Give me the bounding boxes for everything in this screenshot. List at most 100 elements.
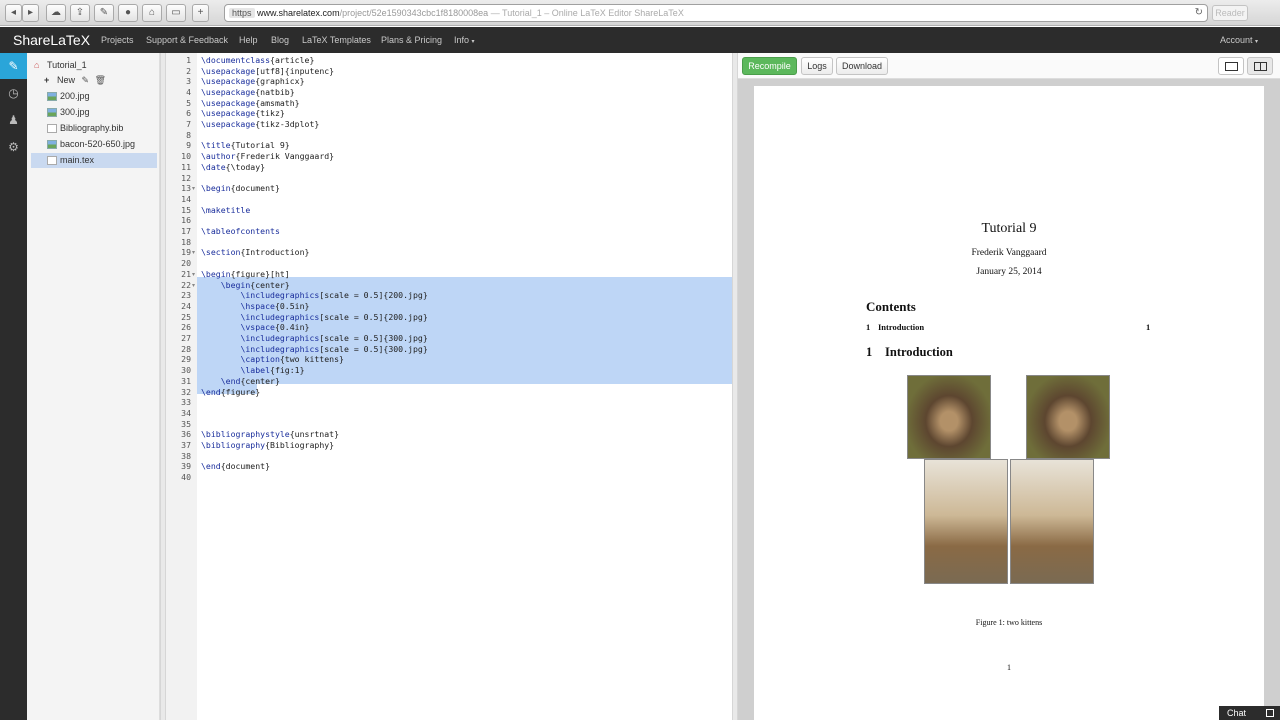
line-number: 29	[181, 354, 191, 365]
nav-projects[interactable]: Projects	[101, 35, 134, 45]
latex-command: \tableofcontents	[201, 226, 280, 236]
nav-help[interactable]: Help	[239, 35, 258, 45]
forward-button[interactable]: ▸	[22, 4, 39, 22]
code-line: \usepackage{natbib}	[201, 86, 295, 97]
settings-gear-icon[interactable]: ⚙	[0, 134, 27, 160]
chat-label: Chat	[1227, 708, 1247, 718]
nav-blog[interactable]: Blog	[271, 35, 289, 45]
line-number: 6	[186, 108, 191, 119]
file-item-bacon[interactable]: bacon-520-650.jpg	[31, 137, 157, 152]
pdf-page-number: 1	[1007, 663, 1011, 672]
chat-button[interactable]: Chat	[1219, 706, 1280, 720]
fold-arrow-icon[interactable]: ▾	[192, 185, 195, 192]
file-item-bibliography[interactable]: Bibliography.bib	[31, 121, 157, 136]
pdf-section-number: 1	[866, 345, 873, 359]
latex-command: \author	[201, 151, 236, 162]
file-item-300[interactable]: 300.jpg	[31, 105, 157, 120]
line-number: 36	[181, 429, 191, 440]
fold-arrow-icon[interactable]: ▾	[192, 271, 195, 278]
latex-command: \label	[240, 365, 271, 376]
line-number: 4	[186, 86, 191, 97]
cloud-icon[interactable]: ☁	[46, 4, 66, 22]
line-number: 37	[181, 440, 191, 450]
home-icon: ⌂	[34, 60, 40, 70]
extension-icon[interactable]: ●	[118, 4, 138, 22]
pdf-page[interactable]: Tutorial 9 Frederik Vanggaard January 25…	[754, 86, 1264, 720]
nav-support[interactable]: Support & Feedback	[146, 35, 228, 45]
code-line: \end{figure}	[201, 386, 261, 397]
trash-icon[interactable]: 🗑	[95, 75, 106, 85]
download-button[interactable]: Download	[836, 57, 888, 75]
image-file-icon	[47, 108, 57, 117]
pencil-icon[interactable]: ✎	[82, 75, 90, 85]
code-line: \includegraphics[scale = 0.5]{200.jpg}	[240, 290, 428, 301]
code-line: \end{center}	[220, 375, 280, 386]
logs-button[interactable]: Logs	[801, 57, 833, 75]
kitten-image-300	[1010, 459, 1094, 584]
code-line: \tableofcontents	[201, 226, 280, 237]
code-line: \label{fig:1}	[240, 365, 305, 376]
reader-button[interactable]: Reader	[1212, 5, 1248, 21]
file-item-main[interactable]: main.tex	[31, 153, 157, 168]
file-item-200[interactable]: 200.jpg	[31, 89, 157, 104]
history-icon[interactable]: ◷	[0, 80, 27, 106]
pdf-contents-heading: Contents	[866, 299, 916, 314]
latex-command: \section	[201, 247, 241, 258]
recompile-button[interactable]: Recompile	[742, 57, 797, 75]
latex-command: \usepackage	[201, 86, 256, 97]
brand-logo[interactable]: ShareLaTeX	[13, 32, 90, 48]
browser-chrome: ◂ ▸ ☁ ⇪ ✎ ● ⌂ ▭ + https www.sharelatex.c…	[0, 0, 1280, 26]
line-number: 11	[181, 161, 191, 172]
back-button[interactable]: ◂	[5, 4, 22, 22]
line-number: 9	[186, 140, 191, 151]
code-line: \title{Tutorial 9}	[201, 140, 290, 151]
pdf-toc-entry[interactable]: Introduction	[878, 322, 924, 332]
home-icon[interactable]: ⌂	[142, 4, 162, 22]
line-number: 10	[181, 151, 191, 162]
kitten-image-200	[1026, 375, 1110, 459]
file-name: main.tex	[60, 155, 95, 165]
line-number: 13	[181, 183, 191, 194]
pdf-toc-page: 1	[1146, 322, 1151, 332]
reload-icon[interactable]: ↻	[1195, 5, 1203, 21]
nav-info[interactable]: Info ▾	[454, 35, 475, 45]
address-bar[interactable]: https www.sharelatex.com/project/52e1590…	[224, 4, 1208, 22]
caret-down-icon: ▾	[471, 39, 475, 45]
code-editor[interactable]: 1 2 3 4 5 6 7 8 9 10 11 12 13 ▾ 14 15 16 17 18 19 ▾ 20 21 ▾ 22 ▾ 2…	[166, 53, 732, 720]
new-file-button[interactable]: + New ✎ 🗑	[31, 73, 157, 88]
caret-down-icon: ▾	[1255, 39, 1259, 45]
kitten-image-200	[907, 375, 991, 459]
tools-icon[interactable]: ✎	[94, 4, 114, 22]
code-line: \includegraphics[scale = 0.5]{300.jpg}	[240, 333, 428, 343]
code-line: \vspace{0.4in}	[240, 322, 310, 333]
file-name: Bibliography.bib	[60, 123, 124, 133]
line-number: 23	[181, 290, 191, 301]
editor-toolbar: ✎ ◷ ♟ ⚙	[0, 53, 27, 720]
edit-icon[interactable]: ✎	[0, 53, 27, 79]
line-number: 18	[181, 236, 191, 247]
latex-command: \begin	[201, 183, 231, 194]
fold-arrow-icon[interactable]: ▾	[192, 249, 195, 256]
code-line: \usepackage{tikz-3dplot}	[201, 119, 320, 129]
share-users-icon[interactable]: ♟	[0, 107, 27, 133]
project-root[interactable]: ⌂ Tutorial_1	[31, 58, 157, 73]
share-icon[interactable]: ⇪	[70, 4, 90, 22]
line-number: 19	[181, 247, 191, 258]
nav-account[interactable]: Account ▾	[1220, 35, 1258, 45]
latex-command: \end	[201, 386, 221, 397]
nav-info-label: Info	[454, 35, 470, 45]
bookmarks-icon[interactable]: ▭	[166, 4, 186, 22]
latex-command: \maketitle	[201, 204, 251, 215]
nav-plans[interactable]: Plans & Pricing	[381, 35, 442, 45]
split-view-button[interactable]	[1247, 57, 1273, 75]
line-number: 5	[186, 97, 191, 108]
single-view-button[interactable]	[1218, 57, 1244, 75]
code-line: \begin{document}	[201, 183, 280, 194]
code-line: \includegraphics[scale = 0.5]{200.jpg}	[240, 311, 428, 322]
pdf-preview-pane: Recompile Logs Download Tutorial 9 Frede…	[738, 53, 1280, 720]
nav-templates[interactable]: LaTeX Templates	[302, 35, 371, 45]
code-line: \section{Introduction}	[201, 247, 310, 258]
line-number: 25	[181, 311, 191, 322]
fold-arrow-icon[interactable]: ▾	[192, 282, 195, 289]
new-tab-button[interactable]: +	[192, 4, 209, 22]
